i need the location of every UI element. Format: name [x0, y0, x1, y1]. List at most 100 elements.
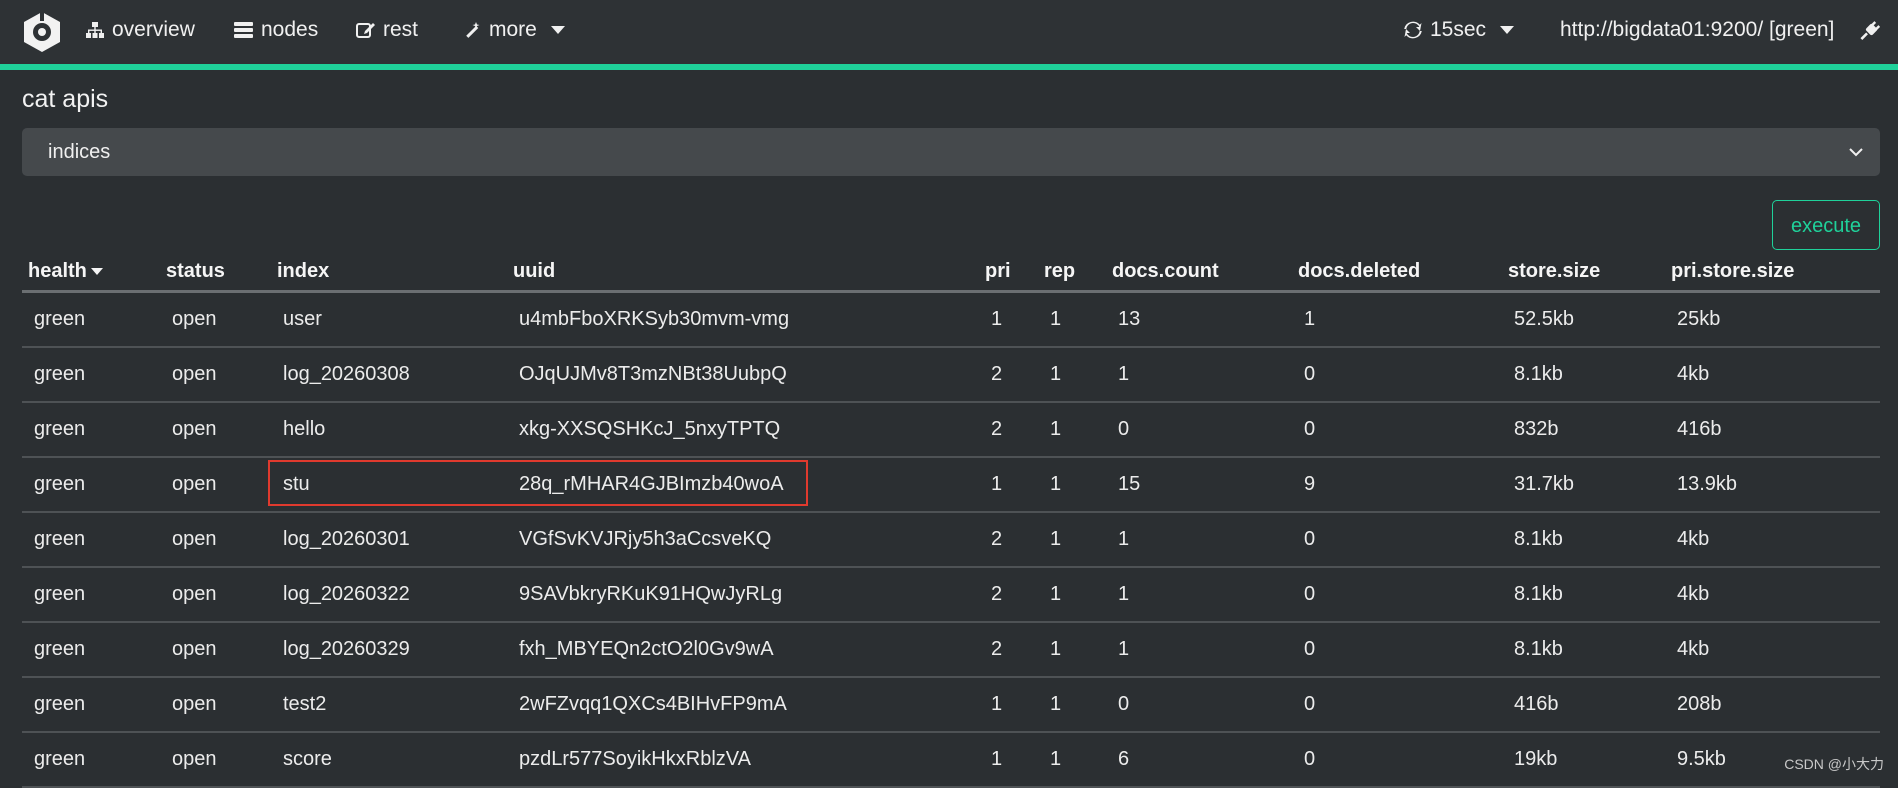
column-header-store-size[interactable]: store.size [1502, 252, 1665, 292]
cell-status: open [160, 567, 271, 622]
chevron-down-icon [1848, 144, 1864, 160]
cell-pri-store-size: 416b [1665, 402, 1880, 457]
cell-docs-deleted: 0 [1292, 622, 1502, 677]
nav-nodes[interactable]: nodes [234, 18, 318, 42]
cell-pri-store-size: 208b [1665, 677, 1880, 732]
top-navbar: overview nodes rest more 15sec http://bi… [0, 0, 1898, 70]
cell-store-size: 8.1kb [1502, 567, 1665, 622]
cell-rep: 1 [1038, 622, 1106, 677]
column-header-uuid[interactable]: uuid [507, 252, 979, 292]
cell-status: open [160, 732, 271, 787]
cell-health: green [22, 292, 160, 348]
column-header-index[interactable]: index [271, 252, 507, 292]
page-title: cat apis [22, 85, 108, 114]
cell-docs-count: 1 [1106, 567, 1292, 622]
cell-docs-deleted: 0 [1292, 512, 1502, 567]
cell-store-size: 8.1kb [1502, 512, 1665, 567]
cell-health: green [22, 347, 160, 402]
cat-api-selected-value: indices [48, 141, 110, 163]
refresh-interval-label: 15sec [1430, 18, 1486, 42]
cell-rep: 1 [1038, 347, 1106, 402]
caret-down-icon [1500, 26, 1514, 34]
connect-plug-button[interactable] [1858, 20, 1880, 42]
cell-docs-deleted: 0 [1292, 567, 1502, 622]
cell-rep: 1 [1038, 567, 1106, 622]
cell-health: green [22, 402, 160, 457]
refresh-icon [1404, 21, 1422, 39]
cell-uuid: pzdLr577SoyikHkxRblzVA [507, 732, 979, 787]
cell-pri-store-size: 4kb [1665, 567, 1880, 622]
nav-overview[interactable]: overview [86, 18, 195, 42]
refresh-interval-dropdown[interactable]: 15sec [1404, 18, 1514, 42]
cell-index: test2 [271, 677, 507, 732]
cell-status: open [160, 292, 271, 348]
cell-pri-store-size: 4kb [1665, 622, 1880, 677]
highlight-annotation-box [268, 460, 808, 506]
table-row: greenopenuseru4mbFboXRKSyb30mvm-vmg11131… [22, 292, 1880, 348]
cell-status: open [160, 677, 271, 732]
cell-pri: 2 [979, 622, 1038, 677]
cell-pri-store-size: 4kb [1665, 512, 1880, 567]
column-header-pri-store-size[interactable]: pri.store.size [1665, 252, 1880, 292]
cell-rep: 1 [1038, 677, 1106, 732]
nav-more-dropdown[interactable]: more [462, 18, 565, 42]
cell-pri: 1 [979, 292, 1038, 348]
cell-uuid: OJqUJMv8T3mzNBt38UubpQ [507, 347, 979, 402]
nav-rest-label: rest [383, 18, 418, 42]
indices-table: health status index uuid pri rep docs.co… [22, 252, 1880, 788]
cell-store-size: 832b [1502, 402, 1665, 457]
table-row: greenopenlog_20260308OJqUJMv8T3mzNBt38Uu… [22, 347, 1880, 402]
cell-health: green [22, 677, 160, 732]
cell-pri: 2 [979, 512, 1038, 567]
cell-docs-deleted: 0 [1292, 677, 1502, 732]
elasticsearch-head-logo[interactable] [20, 10, 64, 54]
sitemap-icon [86, 21, 104, 39]
table-row: greenopenhelloxkg-XXSQSHKcJ_5nxyTPTQ2100… [22, 402, 1880, 457]
cell-index: log_20260308 [271, 347, 507, 402]
cell-health: green [22, 457, 160, 512]
table-header-row: health status index uuid pri rep docs.co… [22, 252, 1880, 292]
column-header-docs-count[interactable]: docs.count [1106, 252, 1292, 292]
nav-overview-label: overview [112, 18, 195, 42]
cell-pri: 2 [979, 402, 1038, 457]
cell-docs-count: 15 [1106, 457, 1292, 512]
cell-health: green [22, 567, 160, 622]
cell-index: log_20260301 [271, 512, 507, 567]
column-header-docs-deleted[interactable]: docs.deleted [1292, 252, 1502, 292]
cell-pri-store-size: 13.9kb [1665, 457, 1880, 512]
nav-more-label: more [489, 18, 537, 42]
column-header-rep[interactable]: rep [1038, 252, 1106, 292]
execute-button[interactable]: execute [1772, 200, 1880, 250]
cell-index: log_20260322 [271, 567, 507, 622]
cell-store-size: 19kb [1502, 732, 1665, 787]
table-row: greenopentest22wFZvqq1QXCs4BIHvFP9mA1100… [22, 677, 1880, 732]
table-row: greenopenlog_20260329fxh_MBYEQn2ctO2l0Gv… [22, 622, 1880, 677]
cluster-url-label: http://bigdata01:9200/ [green] [1560, 18, 1834, 42]
cell-docs-count: 1 [1106, 347, 1292, 402]
cell-docs-deleted: 9 [1292, 457, 1502, 512]
table-row: greenopenlog_20260301VGfSvKVJRjy5h3aCcsv… [22, 512, 1880, 567]
cell-status: open [160, 402, 271, 457]
sort-desc-icon [91, 268, 103, 275]
cell-pri: 1 [979, 457, 1038, 512]
cell-status: open [160, 347, 271, 402]
cell-status: open [160, 457, 271, 512]
column-header-pri[interactable]: pri [979, 252, 1038, 292]
cell-status: open [160, 622, 271, 677]
nav-nodes-label: nodes [261, 18, 318, 42]
column-header-health[interactable]: health [22, 252, 160, 292]
cell-uuid: 9SAVbkryRKuK91HQwJyRLg [507, 567, 979, 622]
nav-rest[interactable]: rest [356, 18, 418, 42]
cell-uuid: 2wFZvqq1QXCs4BIHvFP9mA [507, 677, 979, 732]
cat-api-select[interactable]: indices [22, 128, 1880, 176]
cell-store-size: 416b [1502, 677, 1665, 732]
cell-index: log_20260329 [271, 622, 507, 677]
cell-store-size: 31.7kb [1502, 457, 1665, 512]
cell-docs-count: 0 [1106, 402, 1292, 457]
cell-uuid: u4mbFboXRKSyb30mvm-vmg [507, 292, 979, 348]
cell-health: green [22, 622, 160, 677]
cluster-connection[interactable]: http://bigdata01:9200/ [green] [1560, 18, 1834, 42]
cell-pri: 1 [979, 677, 1038, 732]
cell-docs-deleted: 0 [1292, 347, 1502, 402]
column-header-status[interactable]: status [160, 252, 271, 292]
